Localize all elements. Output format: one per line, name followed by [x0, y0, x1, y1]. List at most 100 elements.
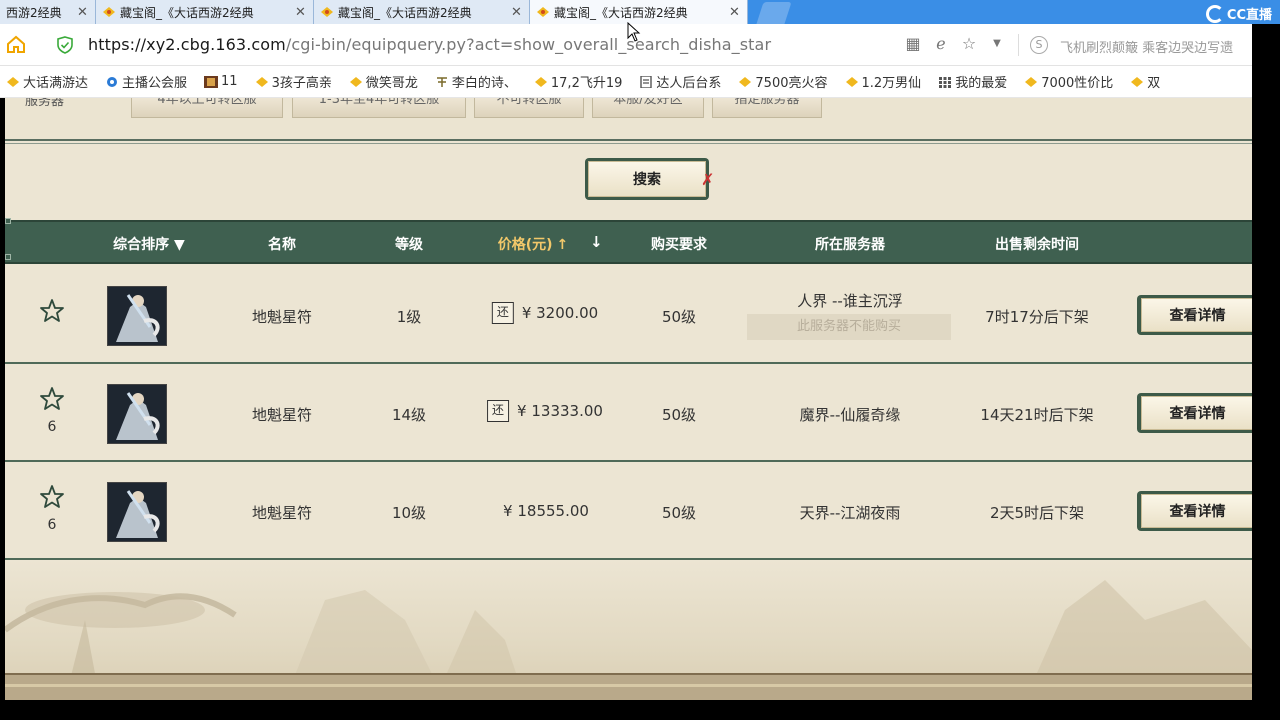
- stream-logo-text: CC直播: [1226, 8, 1272, 23]
- character-portrait-icon: [108, 385, 166, 443]
- bookmark-item[interactable]: 1.2万男仙: [845, 72, 921, 91]
- bookmark-item[interactable]: 17,2飞升19: [534, 72, 623, 91]
- filter-button[interactable]: 1-3年至4年可转区服: [292, 98, 466, 118]
- bookmark-item[interactable]: 7000性价比: [1024, 72, 1113, 91]
- tab-title: 藏宝阁_《大话西游2经典: [554, 5, 688, 20]
- bookmark-label: 17,2飞升19: [550, 76, 623, 91]
- close-icon[interactable]: ✕: [511, 5, 523, 20]
- close-icon[interactable]: ✕: [77, 5, 89, 20]
- home-icon[interactable]: [6, 35, 26, 53]
- bookmark-item[interactable]: 7500亮火容: [738, 72, 828, 91]
- close-icon[interactable]: ✕: [729, 5, 741, 20]
- bookmark-item[interactable]: 达人后台系: [639, 72, 721, 91]
- view-details-button[interactable]: 查看详情: [1137, 491, 1252, 531]
- bookmark-item[interactable]: 主播公会服: [105, 72, 187, 91]
- search-engine-icon[interactable]: S: [1030, 36, 1048, 54]
- browser-tab[interactable]: 藏宝阁_《大话西游2经典 ✕: [314, 0, 530, 24]
- browser-tab[interactable]: 藏宝阁_《大话西游2经典 ✕: [96, 0, 314, 24]
- qr-code-icon[interactable]: ▦: [904, 35, 922, 53]
- item-level: 14级: [391, 406, 427, 424]
- view-details-button[interactable]: 查看详情: [1137, 393, 1252, 433]
- cbg-favicon-icon: [845, 76, 858, 87]
- cbg-favicon-icon: [537, 7, 549, 17]
- price-header[interactable]: 价格(元) ↑: [498, 234, 569, 254]
- bookmark-label: 7000性价比: [1041, 76, 1114, 91]
- divider: [1018, 34, 1019, 56]
- close-icon[interactable]: ✗: [701, 170, 714, 189]
- item-thumbnail[interactable]: [107, 384, 167, 444]
- ie-icon: [107, 76, 118, 87]
- item-price: ¥ 18555.00: [503, 502, 589, 520]
- item-thumbnail[interactable]: [107, 482, 167, 542]
- cbg-favicon-icon: [349, 76, 362, 87]
- item-time-left: 7时17分后下架: [985, 308, 1089, 326]
- item-level: 10级: [391, 504, 427, 522]
- character-portrait-icon: [108, 483, 166, 541]
- star-bookmark-icon[interactable]: ☆: [960, 35, 978, 53]
- bookmark-label: 11: [221, 74, 238, 89]
- price-value: ¥ 3200.00: [521, 304, 599, 322]
- ie-mode-icon[interactable]: ℯ: [932, 35, 950, 53]
- view-details-label: 查看详情: [1169, 504, 1226, 520]
- bookmark-item[interactable]: 3孩子高亲: [255, 72, 332, 91]
- table-row: 6 地魁星符 14级 还 ¥ 13333.00 50级 魔界--仙履奇缘 14天…: [5, 364, 1252, 462]
- filter-button[interactable]: 不可转区服: [474, 98, 584, 118]
- bookmark-label: 双: [1147, 76, 1161, 91]
- new-tab-button[interactable]: [756, 2, 792, 24]
- price-value: ¥ 13333.00: [517, 402, 603, 420]
- star-favorite-icon[interactable]: [39, 298, 65, 324]
- filter-label: 服务器: [25, 98, 65, 109]
- star-favorite-icon[interactable]: [39, 484, 65, 510]
- filter-button[interactable]: 本服/友好区: [592, 98, 704, 118]
- search-button-label: 搜索: [633, 172, 661, 188]
- bookmark-item[interactable]: 11: [204, 74, 238, 89]
- corner-ornament: [5, 254, 11, 260]
- document-icon: [640, 75, 653, 88]
- view-details-button[interactable]: 查看详情: [1137, 295, 1252, 335]
- item-name[interactable]: 地魁星符: [252, 502, 312, 523]
- search-hint[interactable]: 飞机刷烈颠簸 乘客边哭边写遗: [1060, 37, 1233, 56]
- time-left-header[interactable]: 出售剩余时间: [995, 234, 1079, 254]
- bookmark-label: 主播公会服: [122, 76, 188, 91]
- bookmark-item[interactable]: 大话满游达: [6, 72, 88, 91]
- sort-combined-header[interactable]: 综合排序 ▼: [113, 234, 185, 254]
- chevron-down-icon[interactable]: ▼: [988, 35, 1006, 53]
- filter-button-label: 不可转区服: [496, 98, 562, 107]
- item-name[interactable]: 地魁星符: [252, 306, 312, 327]
- cbg-favicon-icon: [534, 76, 547, 87]
- favorite-count: 6: [47, 517, 57, 533]
- bookmark-label: 大话满游达: [23, 76, 89, 91]
- close-icon[interactable]: ✕: [295, 5, 307, 20]
- arrow-down-icon[interactable]: ↓: [590, 233, 603, 251]
- url-field[interactable]: https://xy2.cbg.163.com/cgi-bin/equipque…: [88, 35, 771, 54]
- level-header[interactable]: 等级: [395, 234, 423, 254]
- star-favorite-icon[interactable]: [39, 386, 65, 412]
- view-details-label: 查看详情: [1169, 406, 1226, 422]
- arrow-up-icon[interactable]: ↑: [557, 237, 569, 253]
- price-header-label: 价格(元): [497, 237, 553, 253]
- browser-tab-active[interactable]: 藏宝阁_《大话西游2经典 ✕: [530, 0, 748, 24]
- browser-tab[interactable]: 西游2经典 ✕: [0, 0, 96, 24]
- item-requirement: 50级: [661, 406, 697, 424]
- bookmark-item[interactable]: 双: [1130, 72, 1160, 91]
- bookmark-item[interactable]: 李白的诗、: [435, 72, 517, 91]
- search-button[interactable]: 搜索: [585, 158, 709, 200]
- security-shield-icon[interactable]: [57, 36, 73, 54]
- bookmark-item[interactable]: 我的最爱: [938, 72, 1007, 91]
- divider: [5, 139, 1252, 141]
- tab-title: 西游2经典: [6, 5, 62, 20]
- poem-icon: [436, 76, 447, 87]
- bookmark-label: 我的最爱: [955, 76, 1008, 91]
- bookmark-item[interactable]: 微笑哥龙: [349, 72, 418, 91]
- filter-button[interactable]: 4年以上可转区服: [131, 98, 283, 118]
- item-server: 魔界--仙履奇缘: [799, 406, 901, 424]
- requirement-header[interactable]: 购买要求: [651, 234, 707, 254]
- table-row: 地魁星符 1级 还 ¥ 3200.00 50级 人界 --谁主沉浮 此服务器不能…: [5, 266, 1252, 364]
- filter-button[interactable]: 指定服务器: [712, 98, 822, 118]
- item-name[interactable]: 地魁星符: [252, 404, 312, 425]
- server-header: 所在服务器: [815, 237, 885, 253]
- cbg-favicon-icon: [1025, 76, 1038, 87]
- server-unavailable-note: 此服务器不能购买: [747, 314, 951, 340]
- item-thumbnail[interactable]: [107, 286, 167, 346]
- tab-title: 藏宝阁_《大话西游2经典: [120, 5, 254, 20]
